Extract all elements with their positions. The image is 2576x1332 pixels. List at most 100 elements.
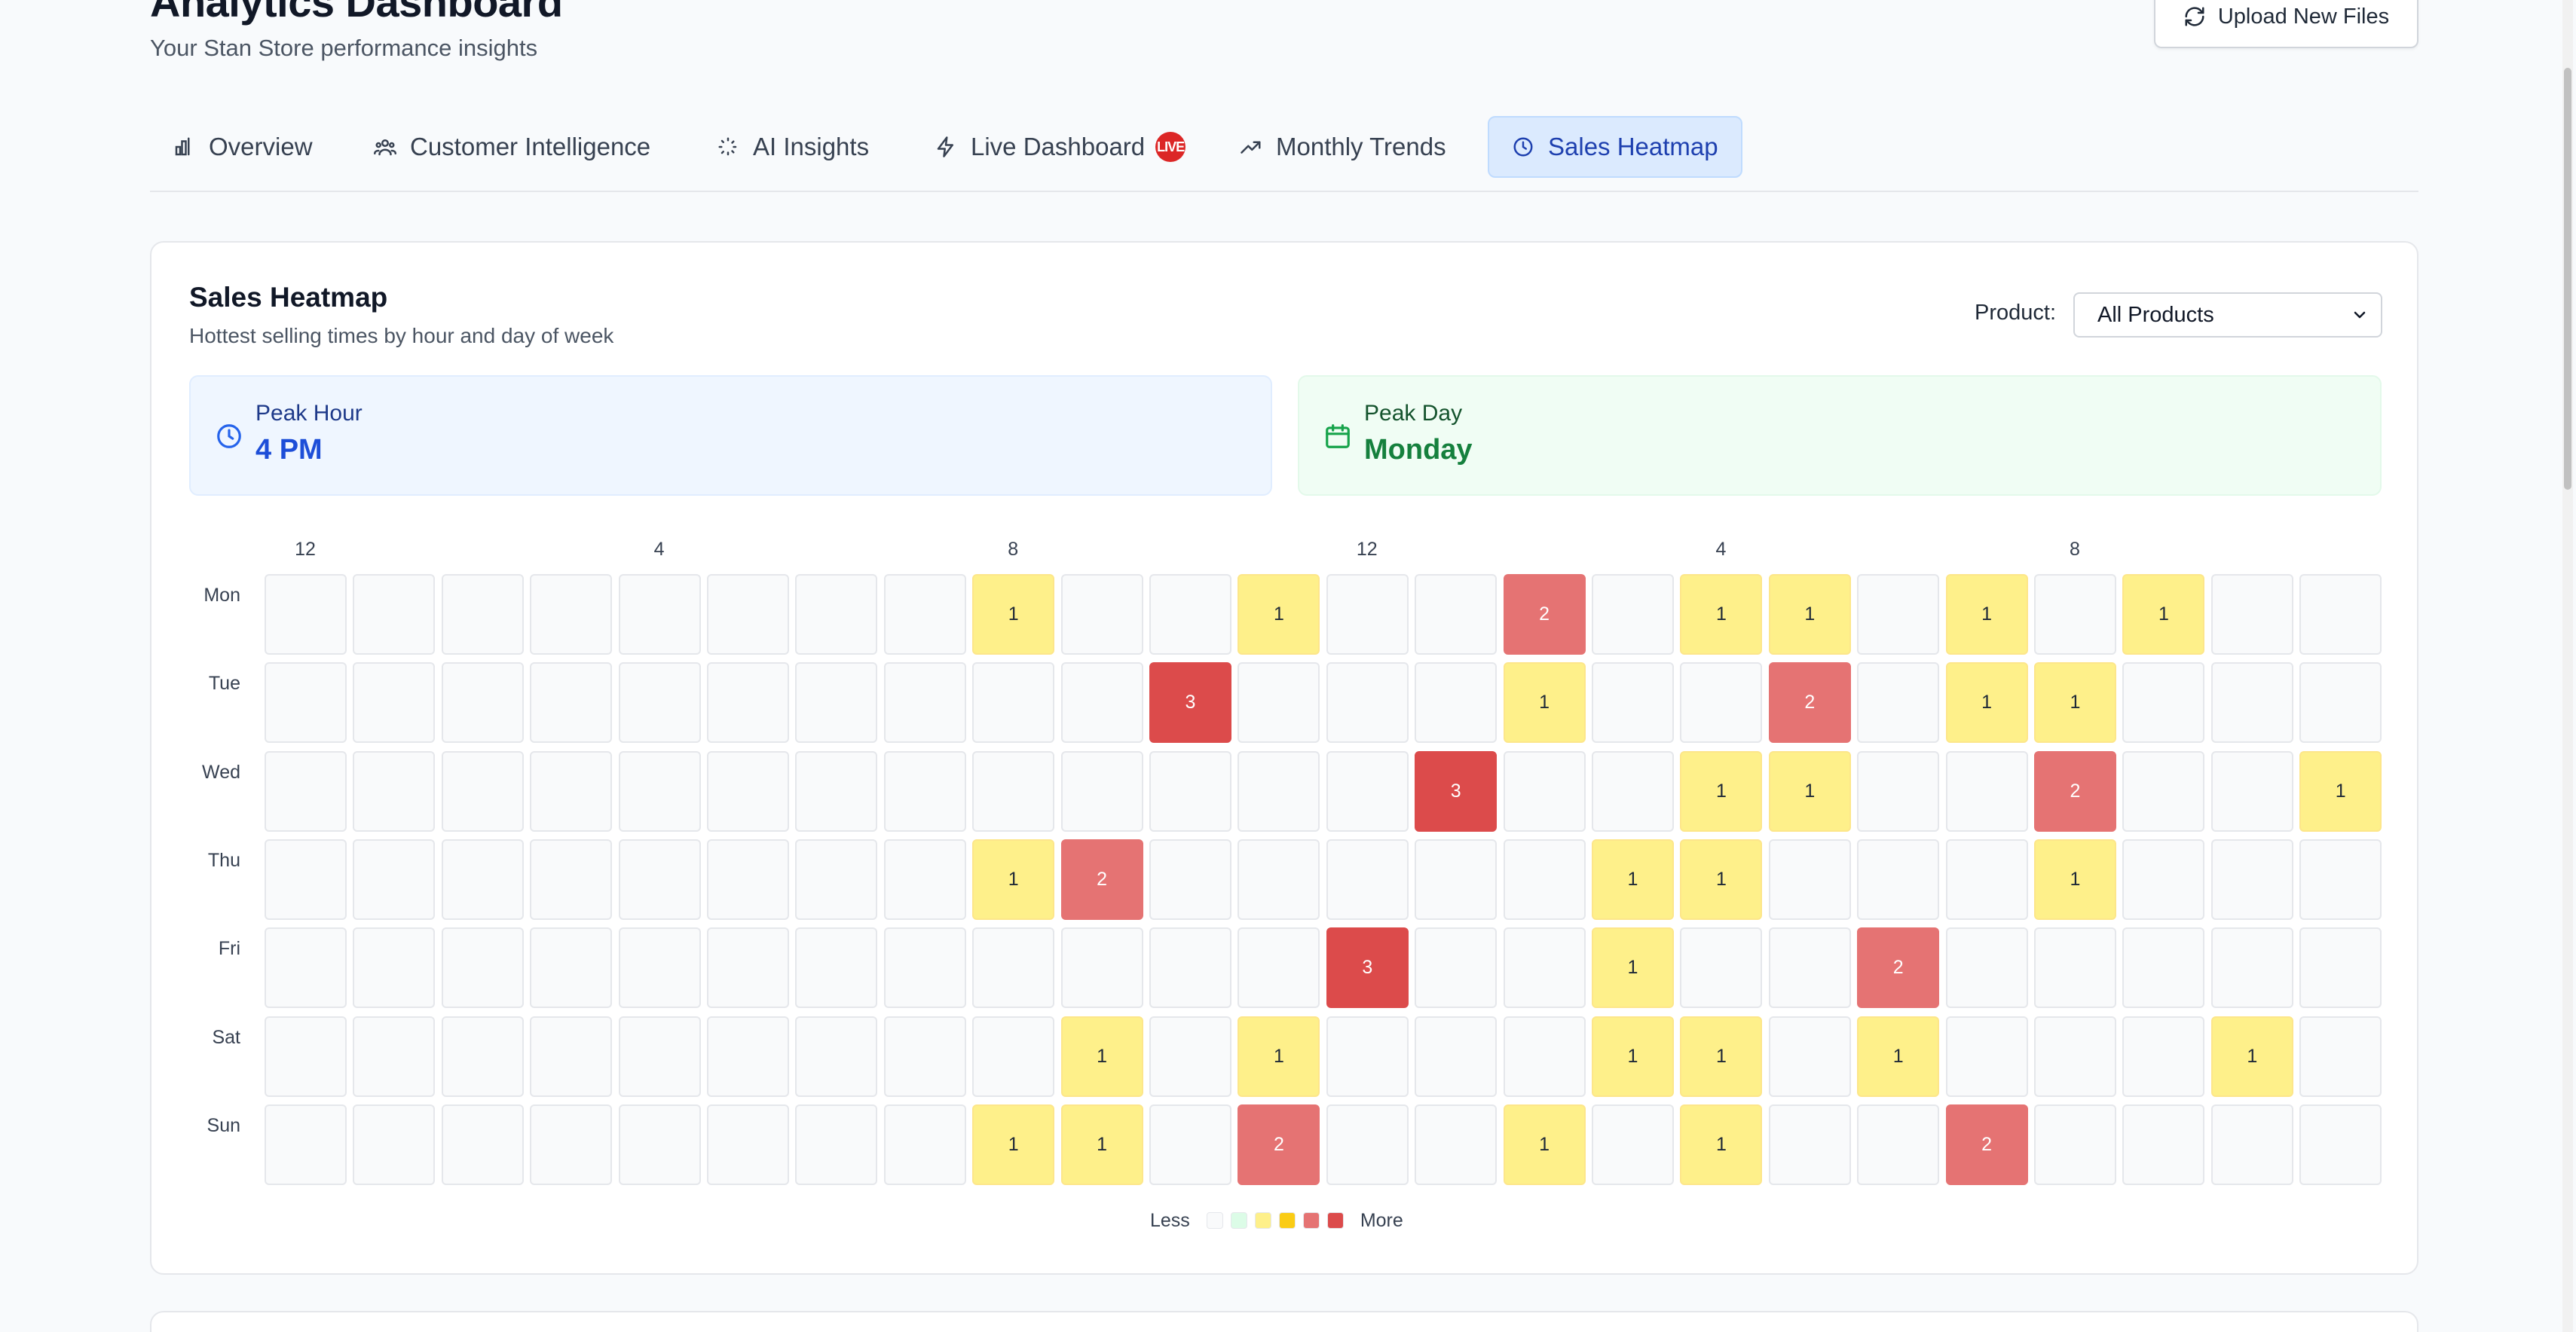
heatmap-cell[interactable] (530, 750, 613, 832)
heatmap-cell[interactable]: 1 (972, 574, 1055, 655)
heatmap-cell[interactable] (883, 1104, 966, 1185)
heatmap-cell[interactable] (530, 1104, 613, 1185)
heatmap-cell[interactable] (1857, 662, 1940, 744)
heatmap-cell[interactable]: 3 (1415, 750, 1498, 832)
heatmap-cell[interactable]: 1 (1768, 750, 1851, 832)
heatmap-cell[interactable] (2210, 662, 2293, 744)
heatmap-cell[interactable] (618, 839, 701, 920)
heatmap-cell[interactable] (265, 1016, 347, 1097)
heatmap-cell[interactable] (2299, 1016, 2382, 1097)
heatmap-cell[interactable] (1415, 662, 1498, 744)
heatmap-cell[interactable] (530, 927, 613, 1009)
heatmap-cell[interactable] (265, 662, 347, 744)
heatmap-cell[interactable]: 1 (1503, 1104, 1586, 1185)
heatmap-cell[interactable] (1503, 839, 1586, 920)
heatmap-cell[interactable] (1326, 1104, 1409, 1185)
heatmap-cell[interactable] (707, 1016, 789, 1097)
heatmap-cell[interactable] (972, 662, 1055, 744)
heatmap-cell[interactable]: 1 (1238, 574, 1320, 655)
heatmap-cell[interactable] (883, 574, 966, 655)
heatmap-cell[interactable] (618, 750, 701, 832)
heatmap-cell[interactable] (2210, 750, 2293, 832)
heatmap-cell[interactable] (2210, 1104, 2293, 1185)
product-select[interactable]: All Products (2073, 292, 2382, 338)
heatmap-cell[interactable] (1503, 750, 1586, 832)
heatmap-cell[interactable] (795, 574, 878, 655)
heatmap-cell[interactable]: 3 (1326, 927, 1409, 1009)
heatmap-cell[interactable] (1857, 1104, 1940, 1185)
heatmap-cell[interactable] (795, 927, 878, 1009)
heatmap-cell[interactable] (1945, 839, 2028, 920)
heatmap-cell[interactable] (618, 1104, 701, 1185)
heatmap-cell[interactable] (441, 839, 524, 920)
heatmap-cell[interactable] (441, 1016, 524, 1097)
heatmap-cell[interactable] (795, 750, 878, 832)
heatmap-cell[interactable] (353, 839, 436, 920)
heatmap-cell[interactable] (1857, 574, 1940, 655)
heatmap-cell[interactable]: 2 (2034, 750, 2116, 832)
heatmap-cell[interactable] (2034, 927, 2116, 1009)
heatmap-cell[interactable] (618, 1016, 701, 1097)
heatmap-cell[interactable]: 1 (1680, 750, 1763, 832)
heatmap-cell[interactable] (1945, 750, 2028, 832)
heatmap-cell[interactable]: 2 (1945, 1104, 2028, 1185)
heatmap-cell[interactable] (2210, 839, 2293, 920)
heatmap-cell[interactable] (1060, 574, 1143, 655)
heatmap-cell[interactable] (1768, 1104, 1851, 1185)
heatmap-cell[interactable] (1149, 1016, 1231, 1097)
heatmap-cell[interactable] (441, 574, 524, 655)
heatmap-cell[interactable] (441, 927, 524, 1009)
heatmap-cell[interactable] (1592, 1104, 1674, 1185)
heatmap-cell[interactable]: 1 (1680, 1104, 1763, 1185)
heatmap-cell[interactable] (1060, 662, 1143, 744)
heatmap-cell[interactable] (1503, 927, 1586, 1009)
heatmap-cell[interactable] (1149, 839, 1231, 920)
tab-live-dashboard[interactable]: Live Dashboard LIVE (912, 116, 1208, 178)
heatmap-cell[interactable] (2210, 574, 2293, 655)
heatmap-cell[interactable]: 1 (972, 1104, 1055, 1185)
heatmap-cell[interactable] (2122, 927, 2205, 1009)
tab-sales-heatmap[interactable]: Sales Heatmap (1488, 116, 1742, 178)
heatmap-cell[interactable] (707, 1104, 789, 1185)
heatmap-cell[interactable] (1060, 927, 1143, 1009)
heatmap-cell[interactable] (1149, 574, 1231, 655)
heatmap-cell[interactable] (353, 927, 436, 1009)
heatmap-cell[interactable]: 1 (2122, 574, 2205, 655)
heatmap-cell[interactable]: 1 (2034, 839, 2116, 920)
heatmap-cell[interactable] (530, 574, 613, 655)
scrollbar-thumb[interactable] (2564, 68, 2571, 490)
heatmap-cell[interactable] (1238, 750, 1320, 832)
heatmap-cell[interactable] (1768, 927, 1851, 1009)
tab-overview[interactable]: Overview (150, 116, 335, 178)
heatmap-cell[interactable]: 2 (1060, 839, 1143, 920)
heatmap-cell[interactable] (1326, 750, 1409, 832)
heatmap-cell[interactable] (1149, 1104, 1231, 1185)
heatmap-cell[interactable] (2122, 750, 2205, 832)
heatmap-cell[interactable] (618, 927, 701, 1009)
heatmap-cell[interactable] (707, 839, 789, 920)
heatmap-cell[interactable] (795, 662, 878, 744)
heatmap-cell[interactable] (1592, 574, 1674, 655)
heatmap-cell[interactable] (1326, 839, 1409, 920)
heatmap-cell[interactable] (883, 1016, 966, 1097)
heatmap-cell[interactable] (441, 662, 524, 744)
heatmap-cell[interactable] (265, 574, 347, 655)
heatmap-cell[interactable] (883, 927, 966, 1009)
heatmap-cell[interactable] (1149, 750, 1231, 832)
heatmap-cell[interactable] (1326, 662, 1409, 744)
heatmap-cell[interactable] (353, 574, 436, 655)
heatmap-cell[interactable]: 1 (972, 839, 1055, 920)
heatmap-cell[interactable] (353, 662, 436, 744)
heatmap-cell[interactable] (883, 839, 966, 920)
heatmap-cell[interactable]: 1 (1945, 574, 2028, 655)
heatmap-cell[interactable] (1415, 1016, 1498, 1097)
heatmap-cell[interactable] (883, 662, 966, 744)
heatmap-cell[interactable] (353, 1016, 436, 1097)
heatmap-cell[interactable] (1945, 1016, 2028, 1097)
heatmap-cell[interactable] (2034, 1016, 2116, 1097)
heatmap-cell[interactable]: 2 (1768, 662, 1851, 744)
heatmap-cell[interactable] (2210, 927, 2293, 1009)
heatmap-cell[interactable] (2122, 839, 2205, 920)
heatmap-cell[interactable] (618, 574, 701, 655)
tab-monthly-trends[interactable]: Monthly Trends (1217, 116, 1469, 178)
